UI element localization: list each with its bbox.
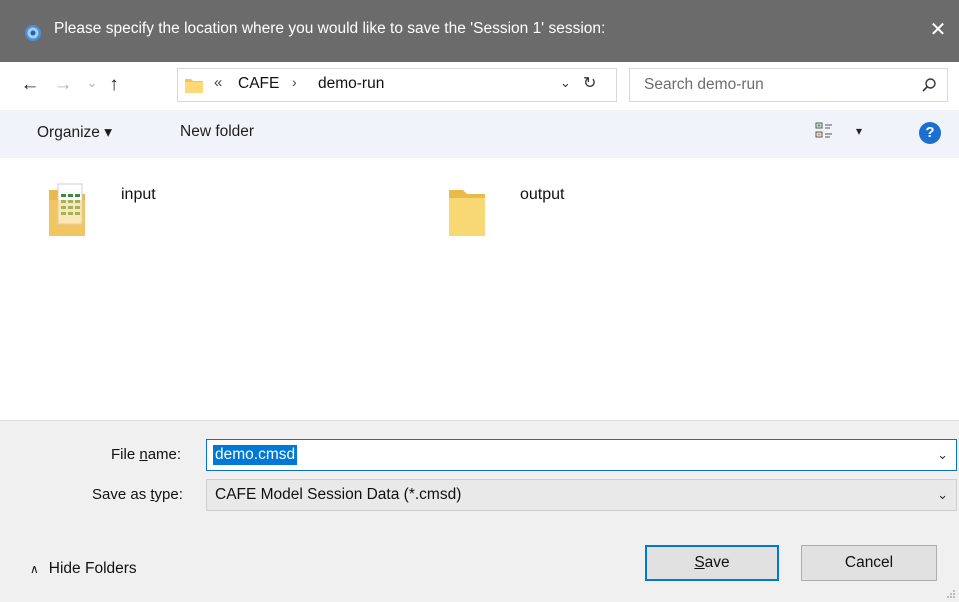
new-folder-button[interactable]: New folder — [180, 123, 254, 141]
forward-button[interactable]: → — [51, 72, 75, 98]
chevron-up-icon: ∧ — [30, 562, 39, 576]
save-options-panel: File name: demo.cmsd ⌄ Save as type: CAF… — [0, 420, 959, 602]
overflow-chevron-icon[interactable]: « — [214, 74, 222, 91]
file-name-label: File name: — [111, 446, 182, 463]
chevron-down-icon[interactable]: ⌄ — [937, 487, 948, 503]
back-button[interactable]: ← — [18, 72, 42, 98]
breadcrumb-demo-run[interactable]: demo-run — [318, 75, 384, 93]
chevron-down-icon[interactable]: ⌄ — [937, 447, 948, 463]
app-gear-icon — [25, 25, 41, 41]
breadcrumb-cafe[interactable]: CAFE — [238, 75, 279, 93]
organize-menu[interactable]: Organize ▾ — [37, 123, 112, 142]
refresh-icon[interactable]: ↻ — [583, 73, 596, 93]
folder-with-spreadsheet-icon — [49, 183, 85, 236]
search-placeholder: Search demo-run — [644, 76, 764, 93]
navigation-bar: ← → ⌄ ↑ « CAFE › demo-run ⌄ ↻ Search dem… — [0, 62, 959, 110]
save-button[interactable]: Save — [645, 545, 779, 581]
folder-name: output — [520, 186, 565, 203]
hide-folders-toggle[interactable]: ∧ Hide Folders — [30, 560, 137, 578]
resize-grip-icon[interactable] — [946, 589, 956, 599]
cancel-button[interactable]: Cancel — [801, 545, 937, 581]
hide-folders-label: Hide Folders — [48, 560, 137, 577]
folder-icon — [449, 190, 485, 236]
command-bar: Organize ▾ New folder ▾ ? — [0, 110, 959, 158]
folder-item-output[interactable]: output — [448, 176, 608, 246]
address-dropdown-icon[interactable]: ⌄ — [560, 75, 571, 91]
file-list: input output — [0, 158, 959, 420]
window-title: Please specify the location where you wo… — [54, 20, 606, 37]
folder-icon — [185, 79, 203, 93]
address-bar[interactable]: « CAFE › demo-run ⌄ ↻ — [177, 68, 617, 102]
file-name-value[interactable]: demo.cmsd — [213, 445, 298, 465]
save-as-type-value: CAFE Model Session Data (*.cmsd) — [215, 486, 462, 503]
folder-name: input — [121, 186, 156, 203]
file-name-field[interactable]: demo.cmsd ⌄ — [206, 439, 957, 471]
search-input[interactable]: Search demo-run — [629, 68, 948, 102]
view-options-dropdown-icon[interactable]: ▾ — [856, 124, 862, 138]
breadcrumb-separator-icon[interactable]: › — [292, 74, 297, 90]
save-as-type-label: Save as type: — [92, 486, 183, 503]
view-options-icon[interactable] — [815, 122, 833, 140]
help-icon[interactable]: ? — [919, 122, 941, 144]
title-bar: Please specify the location where you wo… — [0, 0, 959, 62]
up-button[interactable]: ↑ — [102, 72, 126, 98]
save-as-type-select[interactable]: CAFE Model Session Data (*.cmsd) ⌄ — [206, 479, 957, 511]
close-button[interactable]: ✕ — [927, 17, 949, 43]
folder-item-input[interactable]: input — [48, 176, 208, 246]
recent-locations-dropdown[interactable]: ⌄ — [80, 70, 104, 96]
search-icon[interactable] — [921, 77, 937, 93]
